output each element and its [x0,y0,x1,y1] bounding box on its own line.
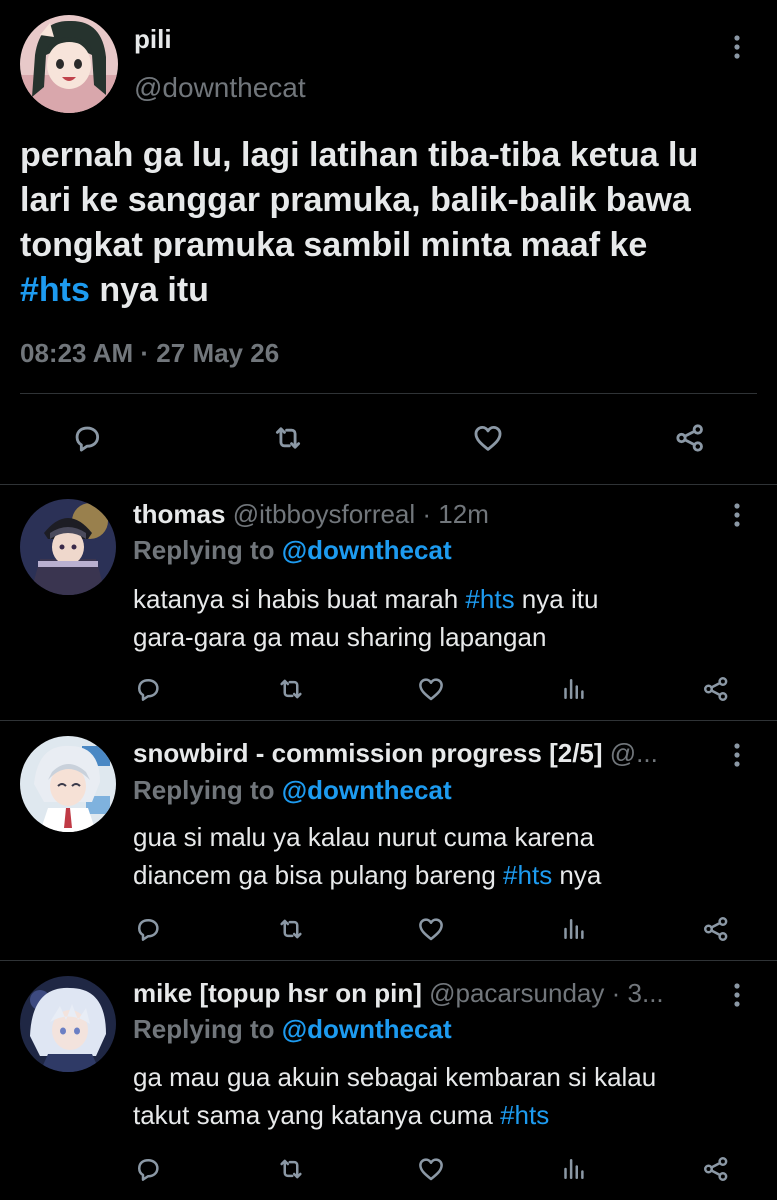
reply-button[interactable] [128,1149,168,1189]
hashtag-link[interactable]: #hts [465,584,514,614]
reply-text-segment: ga mau gua akuin sebagai kembaran si kal… [133,1062,657,1092]
reply-text-segment: takut sama yang katanya cuma [133,1100,501,1130]
reply-button[interactable] [67,418,107,458]
tweet-text: pernah ga lu, lagi latihan tiba-tiba ket… [20,133,765,313]
reply-display-name[interactable]: thomas [133,499,225,529]
hashtag-link[interactable]: #hts [503,860,552,890]
tweet-text-tail: nya itu [89,271,209,309]
like-button[interactable] [411,909,451,949]
reply-header: thomas @itbboysforreal · 12m [133,499,723,530]
reply-handle[interactable]: @pacarsunday [429,978,604,1008]
reply-text: katanya si habis buat marah #hts nya itu… [133,580,763,656]
reply-text-segment: gara-gara ga mau sharing lapangan [133,622,547,652]
share-button[interactable] [670,418,710,458]
like-button[interactable] [411,669,451,709]
reply-button[interactable] [128,669,168,709]
share-button[interactable] [696,909,736,949]
more-options-button[interactable] [722,740,752,770]
reply-text-segment: nya itu [514,584,599,614]
share-button[interactable] [696,669,736,709]
more-vertical-icon [734,983,740,1007]
reply-display-name[interactable]: mike [topup hsr on pin] [133,978,422,1008]
more-options-button[interactable] [722,32,752,62]
avatar-thomas[interactable] [20,499,116,595]
more-options-button[interactable] [722,500,752,530]
divider [20,393,757,394]
retweet-button[interactable] [271,1149,311,1189]
replying-to: Replying to @downthecat [133,775,452,806]
share-icon [704,917,728,941]
divider [0,960,777,961]
views-button[interactable] [553,669,593,709]
reply-handle[interactable]: @itbboysforreal [233,499,415,529]
retweet-icon [275,427,301,449]
avatar-pili[interactable] [20,15,118,113]
replying-to: Replying to @downthecat [133,1014,452,1045]
reply-header: snowbird - commission progress [2/5] @..… [133,738,723,769]
hashtag-link[interactable]: #hts [20,271,90,309]
comment-icon [138,919,159,941]
replying-to-label: Replying to [133,775,275,805]
tweet-text-line: tongkat pramuka sambil minta maaf ke [20,226,648,264]
like-button[interactable] [411,1149,451,1189]
tweet-text-line: lari ke sanggar pramuka, balik-balik baw… [20,181,691,219]
reply-display-name[interactable]: snowbird - commission progress [2/5] [133,738,603,768]
analytics-icon [564,679,584,699]
like-button[interactable] [468,418,508,458]
share-icon [704,677,728,701]
retweet-button[interactable] [271,669,311,709]
heart-icon [474,425,502,451]
reply-text-segment: katanya si habis buat marah [133,584,466,614]
views-button[interactable] [553,909,593,949]
reply-button[interactable] [128,909,168,949]
analytics-icon [564,1159,584,1179]
heart-icon [419,918,443,941]
reply-text-segment: nya [552,860,602,890]
share-icon [704,1157,728,1181]
avatar-snowbird[interactable] [20,736,116,832]
author-display-name[interactable]: pili [134,24,172,55]
more-vertical-icon [734,35,740,59]
hashtag-link[interactable]: #hts [500,1100,549,1130]
reply-header: mike [topup hsr on pin] @pacarsunday · 3… [133,978,723,1009]
retweet-icon [280,1159,302,1179]
tweet-text-line: pernah ga lu, lagi latihan tiba-tiba ket… [20,136,699,174]
reply-time[interactable]: · 12m [422,499,488,529]
replying-to-handle[interactable]: @downthecat [282,1014,452,1044]
comment-icon [138,1159,159,1181]
reply-text: ga mau gua akuin sebagai kembaran si kal… [133,1058,763,1134]
reply-text-segment: diancem ga bisa pulang bareng [133,860,504,890]
replying-to-handle[interactable]: @downthecat [282,775,452,805]
reply-text: gua si malu ya kalau nurut cuma karena d… [133,818,763,894]
divider [0,720,777,721]
replying-to: Replying to @downthecat [133,535,452,566]
tweet-timestamp[interactable]: 08:23 AM · 27 May 26 [20,338,279,369]
retweet-icon [280,919,302,939]
more-vertical-icon [734,503,740,527]
reply-handle[interactable]: @... [610,738,658,768]
retweet-button[interactable] [271,909,311,949]
comment-icon [138,679,159,701]
replying-to-handle[interactable]: @downthecat [282,535,452,565]
retweet-icon [280,679,302,699]
views-button[interactable] [553,1149,593,1189]
reply-text-segment: gua si malu ya kalau nurut cuma karena [133,822,595,852]
avatar-mike[interactable] [20,976,116,1072]
more-vertical-icon [734,743,740,767]
comment-icon [75,426,100,452]
replying-to-label: Replying to [133,1014,275,1044]
replying-to-label: Replying to [133,535,275,565]
share-icon [676,424,703,452]
heart-icon [419,678,443,701]
heart-icon [419,1158,443,1181]
reply-time[interactable]: · 3... [612,978,664,1008]
analytics-icon [564,919,584,939]
share-button[interactable] [696,1149,736,1189]
more-options-button[interactable] [722,980,752,1010]
retweet-button[interactable] [268,418,308,458]
divider [0,484,777,485]
author-handle[interactable]: @downthecat [134,72,306,104]
